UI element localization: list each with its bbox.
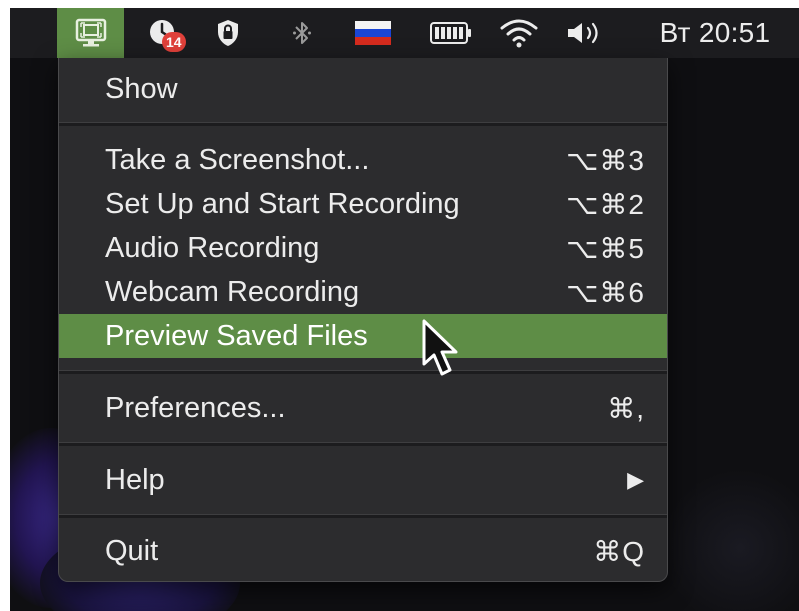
menu-item-preferences[interactable]: Preferences... ⌘, bbox=[59, 386, 667, 430]
menu-item-shortcut: ⌥⌘2 bbox=[566, 188, 645, 220]
app-dropdown-menu: Show Take a Screenshot... ⌥⌘3 Set Up and… bbox=[58, 58, 668, 582]
menu-item-shortcut: ⌥⌘6 bbox=[566, 276, 645, 308]
vpn-menu-extra[interactable] bbox=[208, 8, 248, 58]
wallpaper-shape bbox=[660, 468, 799, 611]
menu-separator bbox=[59, 122, 667, 126]
menu-item-take-screenshot[interactable]: Take a Screenshot... ⌥⌘3 bbox=[59, 138, 667, 182]
menu-item-shortcut: ⌘Q bbox=[593, 535, 645, 567]
screen-recorder-menu-extra[interactable] bbox=[57, 8, 124, 58]
menu-bar: 14 Вт 20:51 bbox=[10, 8, 799, 58]
volume-menu-extra[interactable] bbox=[562, 8, 608, 58]
menu-item-label: Audio Recording bbox=[105, 231, 320, 264]
wifi-menu-extra[interactable] bbox=[494, 8, 544, 58]
menu-item-preview-saved-files[interactable]: Preview Saved Files bbox=[59, 314, 667, 358]
input-source-menu-extra[interactable] bbox=[350, 8, 396, 58]
bluetooth-menu-extra[interactable] bbox=[286, 8, 318, 58]
russian-flag-icon bbox=[355, 21, 391, 45]
notification-menu-extra[interactable]: 14 bbox=[138, 8, 188, 58]
menu-item-start-recording[interactable]: Set Up and Start Recording ⌥⌘2 bbox=[59, 182, 667, 226]
menu-item-shortcut: ⌥⌘5 bbox=[566, 232, 645, 264]
menu-item-show[interactable]: Show bbox=[59, 67, 667, 111]
notification-icon: 14 bbox=[148, 18, 186, 52]
battery-menu-extra[interactable] bbox=[428, 8, 474, 58]
volume-icon bbox=[565, 19, 605, 47]
clock-text: Вт 20:51 bbox=[659, 17, 771, 48]
menu-item-label: Set Up and Start Recording bbox=[105, 187, 460, 220]
menu-item-label: Preferences... bbox=[105, 391, 286, 424]
menu-separator bbox=[59, 370, 667, 374]
shield-lock-icon bbox=[216, 19, 240, 47]
menu-item-shortcut: ⌘, bbox=[607, 392, 645, 424]
menu-item-quit[interactable]: Quit ⌘Q bbox=[59, 529, 667, 573]
screen-recorder-icon bbox=[74, 17, 108, 49]
menu-separator bbox=[59, 514, 667, 518]
menu-item-label: Webcam Recording bbox=[105, 275, 360, 308]
menu-item-label: Quit bbox=[105, 534, 159, 567]
menu-item-label: Help bbox=[105, 463, 165, 496]
notification-badge: 14 bbox=[162, 32, 186, 52]
mouse-pointer-icon bbox=[420, 318, 464, 387]
menu-separator bbox=[59, 442, 667, 446]
menu-item-label: Preview Saved Files bbox=[105, 319, 368, 352]
menu-item-shortcut: ⌥⌘3 bbox=[566, 144, 645, 176]
menu-item-help[interactable]: Help ▶ bbox=[59, 458, 667, 502]
menu-item-label: Take a Screenshot... bbox=[105, 143, 370, 176]
clock-menu-extra[interactable]: Вт 20:51 bbox=[640, 8, 790, 58]
menu-item-label: Show bbox=[105, 72, 178, 105]
menu-item-webcam-recording[interactable]: Webcam Recording ⌥⌘6 bbox=[59, 270, 667, 314]
battery-icon bbox=[430, 21, 472, 45]
bluetooth-icon bbox=[292, 19, 312, 47]
wifi-icon bbox=[499, 18, 539, 48]
menu-item-audio-recording[interactable]: Audio Recording ⌥⌘5 bbox=[59, 226, 667, 270]
submenu-arrow-icon: ▶ bbox=[627, 467, 645, 492]
